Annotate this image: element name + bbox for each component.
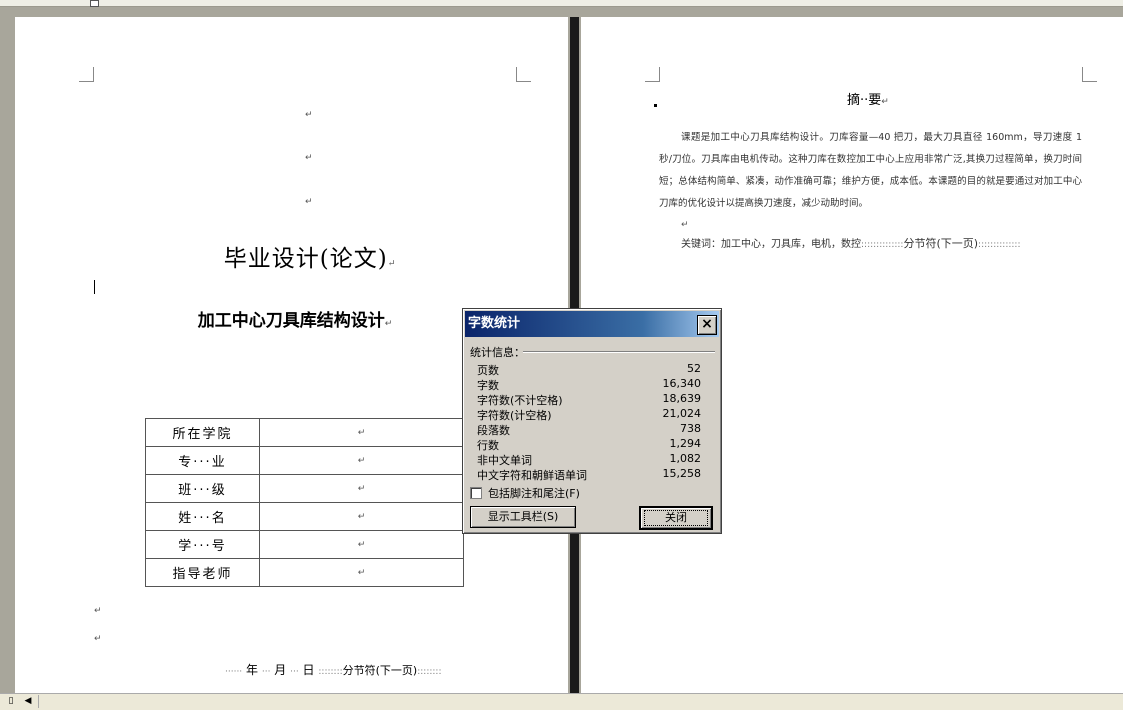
date-line: ······ 年 ··· 月 ··· 日 ::::::::分节符(下一页):::… [225,663,442,677]
margin-corner-top-left [79,67,94,82]
stat-row: 字符数(计空格) 21,024 [477,407,701,422]
abstract-body[interactable]: 课题是加工中心刀具库结构设计。刀库容量—40 把刀，最大刀具直径 160mm，导… [659,127,1082,215]
stat-row: 非中文单词 1,082 [477,452,701,467]
group-divider [523,351,715,353]
keywords-line: 关键词：加工中心，刀具库，电机，数控::::::::::::::分节符(下一页)… [681,237,1021,250]
table-label-cell: 专···业 [145,446,260,475]
table-value-cell[interactable]: ↵ [259,530,464,559]
paragraph-mark: ↵ [305,197,313,207]
stat-row: 行数 1,294 [477,437,701,452]
horizontal-scrollbar[interactable]: ▯ ◀ [0,693,1123,710]
table-label-cell: 所在学院 [145,418,260,447]
close-button[interactable]: 关闭 [639,506,713,530]
table-row: 学···号 ↵ [145,530,464,559]
table-label-cell: 学···号 [145,530,260,559]
stat-row: 字符数(不计空格) 18,639 [477,392,701,407]
abstract-title: 摘··要↵ [847,93,889,108]
table-value-cell[interactable]: ↵ [259,446,464,475]
student-info-table: 所在学院 ↵ 专···业 ↵ 班···级 ↵ 姓···名 ↵ 学···号 ↵ 指… [145,418,464,587]
table-label-cell: 指导老师 [145,558,260,587]
table-value-cell[interactable]: ↵ [259,558,464,587]
word-count-dialog[interactable]: 字数统计 × 统计信息： 页数 52 字数 16,340 字符数(不计空格) 18,6… [462,308,722,534]
table-row: 所在学院 ↵ [145,418,464,447]
scrollbar-track[interactable] [38,695,1123,708]
margin-corner-top-right [1082,67,1097,82]
paragraph-mark: ↵ [305,153,313,163]
dialog-title-bar[interactable]: 字数统计 × [465,311,719,337]
scroll-left-icon[interactable]: ◀ [21,695,35,708]
paragraph-mark: ↵ [94,606,102,616]
table-label-cell: 姓···名 [145,502,260,531]
text-cursor [94,280,95,294]
include-footnotes-label: 包括脚注和尾注(F) [488,487,580,500]
table-row: 姓···名 ↵ [145,502,464,531]
table-row: 指导老师 ↵ [145,558,464,587]
day-label: 日 [302,663,315,677]
bullet-mark [654,104,657,107]
section-break: 分节符(下一页) [342,664,418,677]
stat-row: 页数 52 [477,362,701,377]
year-label: 年 [246,663,259,677]
dialog-title: 字数统计 [468,316,521,331]
paragraph-mark: ↵ [681,220,689,230]
table-value-cell[interactable]: ↵ [259,502,464,531]
show-toolbar-button[interactable]: 显示工具栏(S) [470,506,576,528]
close-icon[interactable]: × [697,315,717,335]
margin-corner-top-left [645,67,660,82]
stat-row: 中文字符和朝鲜语单词 15,258 [477,467,701,482]
stat-row: 段落数 738 [477,422,701,437]
stat-row: 字数 16,340 [477,377,701,392]
horizontal-ruler[interactable] [0,0,1123,7]
include-footnotes-checkbox[interactable] [470,487,482,499]
table-label-cell: 班···级 [145,474,260,503]
cover-title: 毕业设计(论文)↵ [223,246,397,272]
margin-corner-top-right [516,67,531,82]
table-value-cell[interactable]: ↵ [259,418,464,447]
stats-group-label: 统计信息： [470,346,525,359]
month-label: 月 [274,663,287,677]
paragraph-mark: ↵ [94,634,102,644]
view-book-icon[interactable]: ▯ [4,695,18,708]
table-value-cell[interactable]: ↵ [259,474,464,503]
table-row: 专···业 ↵ [145,446,464,475]
paragraph-mark: ↵ [305,110,313,120]
section-break: 分节符(下一页) [903,237,979,250]
include-footnotes-option[interactable]: 包括脚注和尾注(F) [470,485,580,501]
ruler-indent-marker[interactable] [90,0,99,7]
table-row: 班···级 ↵ [145,474,464,503]
